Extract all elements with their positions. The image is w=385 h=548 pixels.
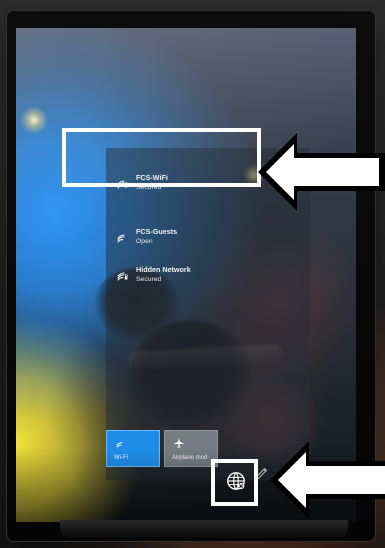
left-arrow-icon [258, 133, 385, 211]
tile-label: Wi-Fi [114, 455, 128, 461]
wifi-quick-action[interactable]: Wi-Fi [106, 430, 160, 467]
wifi-signal-icon [116, 229, 130, 243]
screenshot-stage: FCS-WiFi Secured FCS-Guests Open Hidden … [0, 0, 385, 548]
ceiling-light-reflection [20, 106, 48, 134]
network-name: Hidden Network [136, 265, 191, 274]
wifi-tile-icon [115, 436, 127, 448]
airplane-mode-quick-action[interactable]: Airplane mod [164, 430, 218, 467]
wifi-signal-icon [116, 267, 130, 281]
network-status: Open [136, 238, 153, 245]
network-status: Secured [136, 276, 162, 283]
globe-network-icon[interactable] [224, 469, 248, 493]
network-highlight-box [62, 128, 261, 187]
pen-icon [254, 467, 268, 481]
airplane-icon [173, 436, 185, 448]
laptop-hinge [60, 520, 348, 538]
network-name: FCS-Guests [136, 227, 178, 236]
tile-label: Airplane mod [172, 455, 208, 461]
network-item-fcs-guests[interactable]: FCS-Guests Open [106, 220, 310, 262]
network-item-hidden-network[interactable]: Hidden Network Secured [106, 258, 310, 300]
left-arrow-icon [270, 441, 385, 519]
